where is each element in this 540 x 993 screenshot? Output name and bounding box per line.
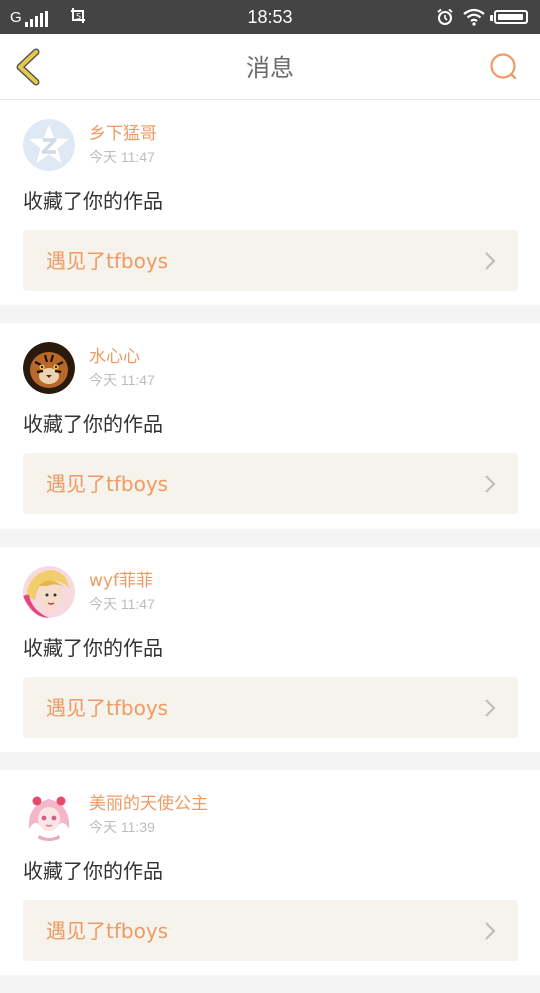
username[interactable]: 美丽的天使公主 (89, 793, 208, 815)
action-text: 收藏了你的作品 (23, 412, 163, 436)
search-icon[interactable] (488, 51, 522, 85)
chevron-right-icon (485, 252, 496, 270)
message-card: wyf菲菲 今天 11:47 收藏了你的作品 遇见了tfboys (0, 547, 540, 752)
action-text: 收藏了你的作品 (23, 636, 163, 660)
timestamp: 今天 11:47 (89, 372, 155, 388)
message-card: 美丽的天使公主 今天 11:39 收藏了你的作品 遇见了tfboys (0, 770, 540, 975)
work-link[interactable]: 遇见了tfboys (23, 453, 518, 514)
chevron-right-icon (485, 475, 496, 493)
wifi-icon (463, 8, 485, 26)
action-text: 收藏了你的作品 (23, 189, 163, 213)
message-card: 水心心 今天 11:47 收藏了你的作品 遇见了tfboys (0, 323, 540, 529)
page-title: 消息 (246, 54, 294, 82)
girl-avatar[interactable] (23, 566, 75, 618)
username[interactable]: wyf菲菲 (89, 570, 153, 592)
chevron-right-icon (485, 922, 496, 940)
work-title: 遇见了tfboys (46, 249, 169, 273)
message-list: 乡下猛哥 今天 11:47 收藏了你的作品 遇见了tfboys 水心心 今天 1… (0, 100, 540, 993)
work-title: 遇见了tfboys (46, 696, 169, 720)
tiger-avatar[interactable] (23, 342, 75, 394)
timestamp: 今天 11:39 (89, 819, 155, 835)
message-card: 乡下猛哥 今天 11:47 收藏了你的作品 遇见了tfboys (0, 100, 540, 305)
title-bar: 消息 (0, 34, 540, 100)
status-bar: G S 18:53 (0, 0, 540, 34)
timestamp: 今天 11:47 (89, 596, 155, 612)
default-avatar-icon[interactable] (23, 119, 75, 171)
work-link[interactable]: 遇见了tfboys (23, 230, 518, 291)
anime-princess-avatar[interactable] (23, 789, 75, 841)
action-text: 收藏了你的作品 (23, 859, 163, 883)
work-title: 遇见了tfboys (46, 472, 169, 496)
alarm-icon (437, 8, 453, 25)
username[interactable]: 乡下猛哥 (89, 123, 157, 145)
battery-icon (490, 10, 528, 24)
username[interactable]: 水心心 (89, 346, 140, 368)
timestamp: 今天 11:47 (89, 149, 155, 165)
status-icons (436, 7, 528, 27)
work-link[interactable]: 遇见了tfboys (23, 677, 518, 738)
work-title: 遇见了tfboys (46, 919, 169, 943)
chevron-right-icon (485, 699, 496, 717)
work-link[interactable]: 遇见了tfboys (23, 900, 518, 961)
